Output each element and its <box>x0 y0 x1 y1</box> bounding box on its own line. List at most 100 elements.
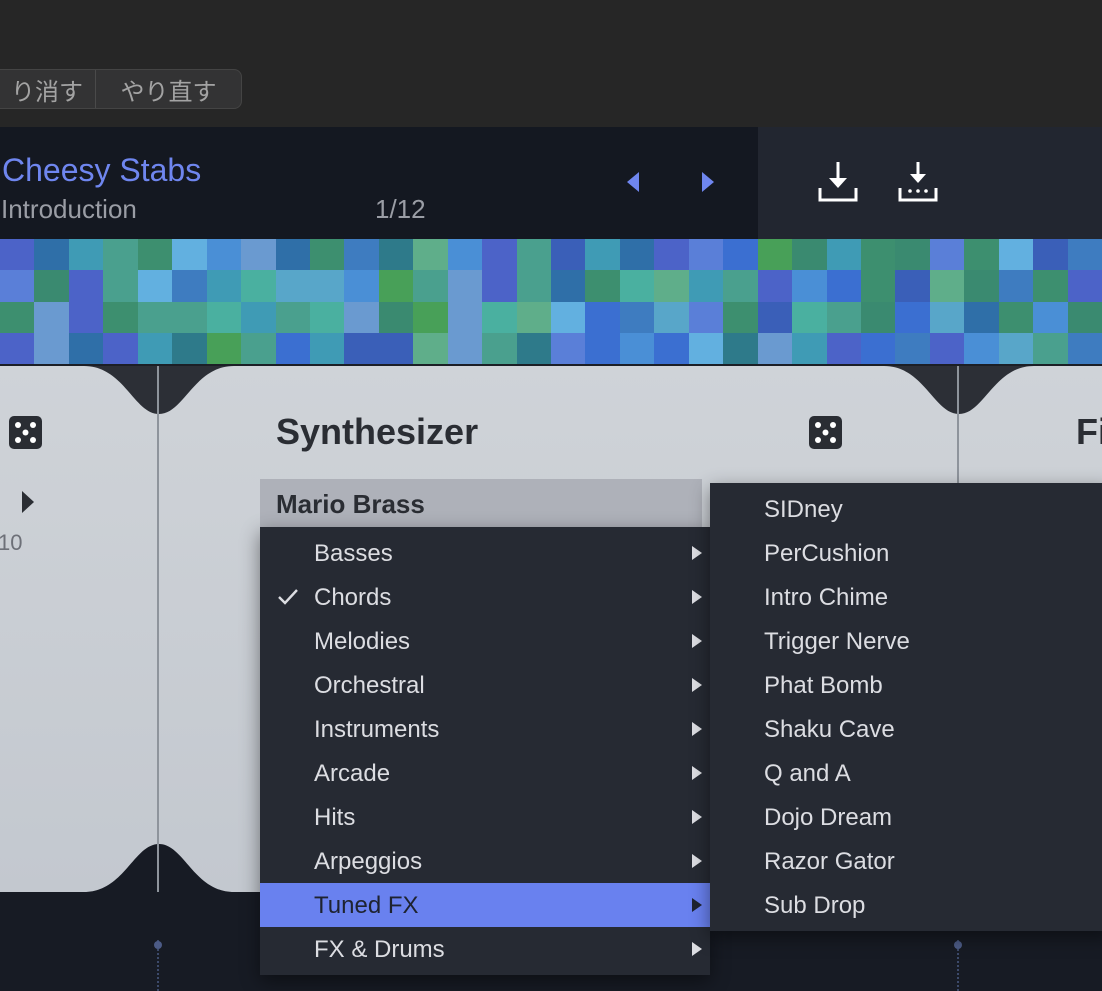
mosaic-tile <box>275 270 310 302</box>
mosaic-tile <box>757 332 793 364</box>
menu-item-instruments[interactable]: Instruments <box>260 707 710 751</box>
mosaic-tile <box>964 239 999 271</box>
submenu-item[interactable]: PerCushion <box>710 531 1102 575</box>
mosaic-tile <box>723 301 758 333</box>
section-title-synthesizer: Synthesizer <box>276 411 479 452</box>
mosaic-tile <box>551 270 586 302</box>
mosaic-tile <box>757 239 793 271</box>
mosaic-tile <box>516 270 551 302</box>
mosaic-tile <box>206 270 242 302</box>
undo-button[interactable]: り消す <box>0 70 96 108</box>
mosaic-tile <box>137 239 173 271</box>
next-arrow-icon[interactable] <box>693 166 723 198</box>
submenu-item[interactable]: Razor Gator <box>710 839 1102 883</box>
submenu-item-label: SIDney <box>764 496 843 523</box>
download-all-icon[interactable] <box>896 160 940 204</box>
pixel-mosaic-visualizer <box>0 239 1102 366</box>
mosaic-tile <box>1067 301 1102 333</box>
category-menu: Basses Chords Melodies Orchestral Instrument… <box>260 527 710 975</box>
menu-item-fx-drums[interactable]: FX & Drums <box>260 927 710 971</box>
mosaic-tile <box>792 332 827 364</box>
mosaic-tile <box>792 239 827 271</box>
mosaic-tile <box>757 301 793 333</box>
submenu-item[interactable]: Dojo Dream <box>710 795 1102 839</box>
preset-selector[interactable]: Mario Brass <box>260 479 702 527</box>
submenu-arrow-icon <box>692 722 702 736</box>
mosaic-tile <box>895 332 930 364</box>
submenu-arrow-icon <box>692 854 702 868</box>
mosaic-tile <box>619 239 655 271</box>
mosaic-tile <box>860 332 896 364</box>
submenu-arrow-icon <box>692 898 702 912</box>
mosaic-tile <box>826 239 861 271</box>
mosaic-tile <box>172 301 207 333</box>
submenu-item-label: PerCushion <box>764 540 890 567</box>
submenu-item-label: Trigger Nerve <box>764 628 910 655</box>
timeline-marker-dot <box>954 941 962 949</box>
mosaic-tile <box>344 301 379 333</box>
redo-button[interactable]: やり直す <box>96 70 241 108</box>
checkmark-icon <box>278 589 298 605</box>
download-icon[interactable] <box>816 160 860 204</box>
mosaic-tile <box>998 270 1034 302</box>
dice-icon[interactable] <box>809 416 842 449</box>
mosaic-tile <box>309 270 345 302</box>
menu-item-chords[interactable]: Chords <box>260 575 710 619</box>
menu-item-label: Orchestral <box>314 672 425 699</box>
mosaic-tile <box>895 270 930 302</box>
mosaic-tile <box>792 270 827 302</box>
timeline-marker-dot <box>154 941 162 949</box>
submenu-item[interactable]: SIDney <box>710 487 1102 531</box>
dice-icon[interactable] <box>9 416 42 449</box>
mosaic-tile <box>68 332 104 364</box>
mosaic-tile <box>137 270 173 302</box>
mosaic-tile <box>275 239 310 271</box>
menu-item-melodies[interactable]: Melodies <box>260 619 710 663</box>
menu-item-hits[interactable]: Hits <box>260 795 710 839</box>
previous-arrow-icon[interactable] <box>618 166 648 198</box>
mosaic-tile <box>551 301 586 333</box>
mosaic-tile <box>1033 301 1068 333</box>
song-title[interactable]: Cheesy Stabs <box>2 152 201 189</box>
mosaic-tile <box>172 270 207 302</box>
submenu-item[interactable]: Q and A <box>710 751 1102 795</box>
submenu-item[interactable]: Sub Drop <box>710 883 1102 927</box>
menu-item-label: Arpeggios <box>314 848 423 875</box>
panel-divider-left <box>157 366 159 892</box>
mosaic-tile <box>344 332 379 364</box>
submenu-item[interactable]: Intro Chime <box>710 575 1102 619</box>
mosaic-tile <box>344 239 379 271</box>
menu-item-arcade[interactable]: Arcade <box>260 751 710 795</box>
submenu-item[interactable]: Shaku Cave <box>710 707 1102 751</box>
mosaic-tile <box>619 270 655 302</box>
submenu-item[interactable]: Trigger Nerve <box>710 619 1102 663</box>
submenu-arrow-icon <box>692 546 702 560</box>
mosaic-tile <box>998 239 1034 271</box>
mosaic-tile <box>241 270 276 302</box>
menu-item-tuned-fx[interactable]: Tuned FX <box>260 883 710 927</box>
mosaic-tile <box>172 239 207 271</box>
mosaic-tile <box>964 332 999 364</box>
panel-notch-bottom-left <box>84 844 234 892</box>
menu-item-basses[interactable]: Basses <box>260 531 710 575</box>
mosaic-tile <box>241 332 276 364</box>
mosaic-tile <box>0 270 35 302</box>
mosaic-tile <box>1067 270 1102 302</box>
mosaic-tile <box>895 239 930 271</box>
mosaic-tile <box>516 301 551 333</box>
menu-item-arpeggios[interactable]: Arpeggios <box>260 839 710 883</box>
mosaic-tile <box>792 301 827 333</box>
menu-item-label: Arcade <box>314 760 391 787</box>
submenu-item-label: Phat Bomb <box>764 672 883 699</box>
menu-item-orchestral[interactable]: Orchestral <box>260 663 710 707</box>
mosaic-tile <box>1067 332 1102 364</box>
song-subtitle: Introduction <box>1 194 137 224</box>
mosaic-tile <box>241 239 276 271</box>
mosaic-tile <box>68 270 104 302</box>
mosaic-tile <box>998 332 1034 364</box>
mosaic-tile <box>447 239 483 271</box>
mosaic-tile <box>275 332 310 364</box>
submenu-item[interactable]: Phat Bomb <box>710 663 1102 707</box>
mosaic-tile <box>929 301 965 333</box>
play-triangle-icon[interactable] <box>20 489 36 515</box>
